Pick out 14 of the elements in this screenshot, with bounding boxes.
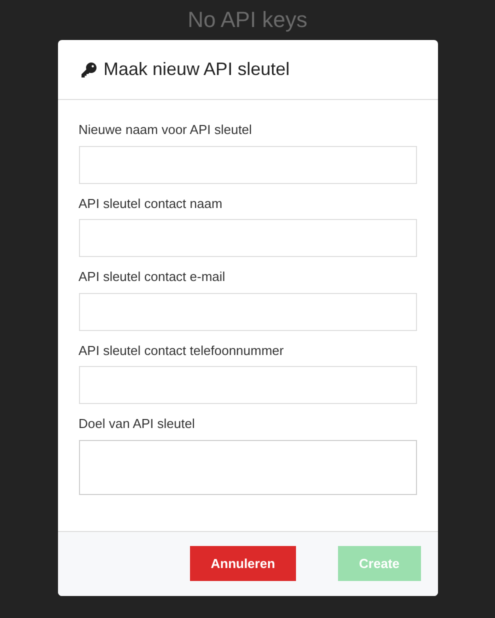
field-label: Nieuwe naam voor API sleutel	[78, 121, 253, 139]
field-label: API sleutel contact e-mail	[78, 268, 226, 286]
dialog-title: Maak nieuw API sleutel	[104, 58, 290, 81]
input-field[interactable]	[78, 146, 416, 184]
input-field[interactable]	[78, 219, 416, 257]
key-icon	[80, 60, 98, 78]
input-field[interactable]	[78, 292, 416, 330]
textarea-field[interactable]	[78, 440, 416, 494]
field-label: Doel van API sleutel	[78, 415, 196, 433]
input-field[interactable]	[78, 366, 416, 404]
cancel-button[interactable]: Annuleren	[190, 546, 296, 581]
field-label: API sleutel contact naam	[78, 194, 224, 212]
page-heading: No API keys	[188, 9, 308, 31]
field-label: API sleutel contact telefoonnummer	[78, 342, 285, 360]
